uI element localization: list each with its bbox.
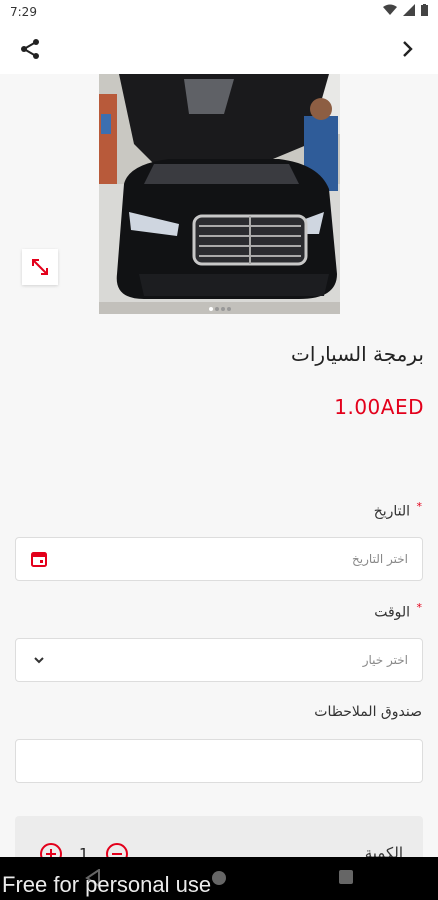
status-time: 7:29 bbox=[10, 5, 37, 19]
chevron-right-icon[interactable] bbox=[398, 38, 418, 60]
notes-input[interactable] bbox=[15, 739, 423, 783]
chevron-down-icon bbox=[34, 657, 44, 664]
nav-home-icon[interactable] bbox=[210, 869, 228, 887]
expand-icon bbox=[32, 259, 48, 275]
app-bar bbox=[0, 24, 438, 74]
expand-image-button[interactable] bbox=[22, 249, 58, 285]
date-label: * التاريخ bbox=[374, 500, 422, 520]
product-title: برمجة السيارات bbox=[291, 342, 424, 366]
time-placeholder: اختر خيار bbox=[362, 653, 408, 667]
wifi-icon bbox=[383, 4, 397, 15]
notes-label: صندوق الملاحظات bbox=[314, 704, 422, 720]
time-label-text: الوقت bbox=[374, 604, 411, 621]
product-image[interactable] bbox=[99, 74, 340, 314]
date-label-text: التاريخ bbox=[373, 503, 411, 520]
battery-icon bbox=[421, 4, 428, 16]
time-label: * الوقت bbox=[374, 601, 422, 621]
nav-back-icon[interactable] bbox=[85, 869, 101, 887]
required-mark: * bbox=[416, 500, 423, 513]
system-nav-bar bbox=[0, 857, 438, 900]
car-illustration bbox=[99, 74, 340, 314]
calendar-icon[interactable] bbox=[30, 550, 48, 568]
time-select[interactable]: اختر خيار bbox=[15, 638, 423, 682]
date-placeholder: اختر التاريخ bbox=[352, 552, 408, 566]
nav-recents-icon[interactable] bbox=[338, 869, 354, 885]
status-icons bbox=[383, 4, 428, 16]
date-field[interactable]: اختر التاريخ bbox=[15, 537, 423, 581]
share-icon[interactable] bbox=[18, 37, 42, 61]
product-price: 1.00AED bbox=[334, 395, 424, 419]
required-mark: * bbox=[416, 601, 423, 614]
status-bar: 7:29 bbox=[0, 0, 438, 24]
signal-icon bbox=[403, 4, 415, 16]
